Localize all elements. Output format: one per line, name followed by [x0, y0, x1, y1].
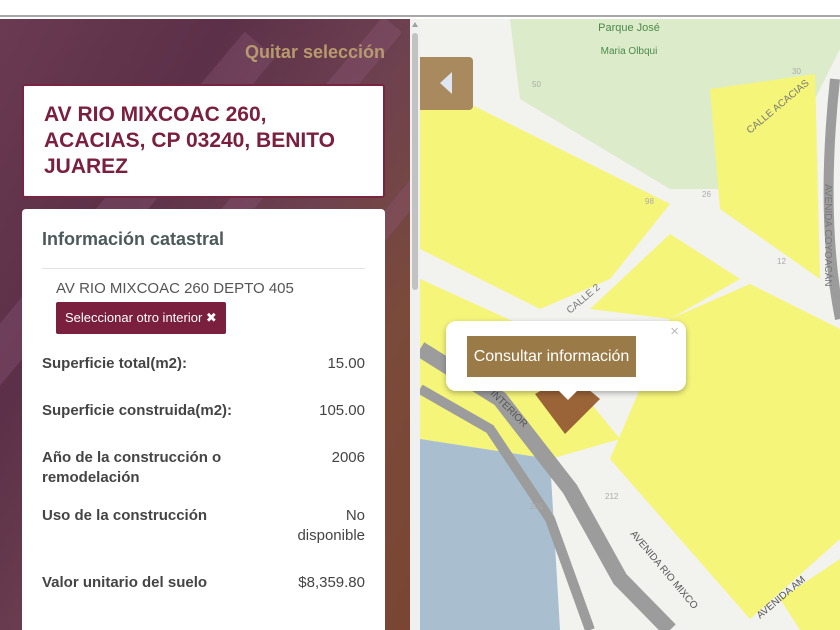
map-label: Maria Olbqui	[601, 46, 658, 57]
row-value: 15.00	[327, 355, 365, 372]
info-row: Superficie total(m2): 15.00	[42, 354, 365, 374]
info-row: Año de la construcción o remodelación 200…	[42, 448, 365, 488]
close-icon: ✖	[205, 310, 217, 325]
map-label: Parque José	[598, 22, 660, 34]
info-row: Valor unitario del suelo $8,359.80	[42, 573, 365, 593]
row-value: 2006	[331, 449, 365, 466]
panel-scrollbar[interactable]	[410, 19, 420, 630]
scrollbar-thumb[interactable]	[412, 33, 418, 290]
map-label: 12	[777, 257, 786, 266]
map-label: 30	[792, 67, 801, 76]
info-row: Uso de la construcción No disponible	[42, 506, 365, 546]
cadastral-info-card: Información catastral AV RIO MIXCOAC 260…	[22, 209, 385, 630]
water-area	[420, 439, 560, 630]
row-value: No disponible	[297, 507, 365, 544]
section-heading: Información catastral	[42, 229, 365, 269]
remove-selection-link[interactable]: Quitar selección	[245, 42, 385, 63]
button-label: Seleccionar otro interior	[65, 310, 203, 325]
address-title: AV RIO MIXCOAC 260, ACACIAS, CP 03240, B…	[44, 103, 335, 178]
map-label: 98	[645, 197, 654, 206]
select-other-interior-button[interactable]: Seleccionar otro interior ✖	[56, 302, 226, 334]
row-label: Uso de la construcción	[42, 507, 208, 524]
address-card: AV RIO MIXCOAC 260, ACACIAS, CP 03240, B…	[22, 84, 385, 198]
map-label: 212	[605, 492, 619, 501]
consult-info-button[interactable]: Consultar información	[467, 336, 636, 377]
row-label: Año de la construcción o remodelación	[42, 449, 222, 486]
chevron-left-icon	[440, 72, 452, 94]
scroll-up-arrow-icon[interactable]	[412, 22, 418, 27]
row-value: 105.00	[319, 402, 365, 419]
parcel-block	[710, 74, 820, 279]
map-label: 201	[530, 502, 544, 511]
map-label: 26	[702, 190, 711, 199]
map-popup: × Consultar información	[446, 321, 686, 400]
interior-address: AV RIO MIXCOAC 260 DEPTO 405	[56, 280, 294, 297]
row-label: Valor unitario del suelo	[42, 574, 208, 591]
row-label: Superficie construida(m2):	[42, 402, 233, 419]
map-label: 50	[532, 80, 541, 89]
info-panel: Quitar selección AV RIO MIXCOAC 260, ACA…	[0, 19, 410, 630]
row-label: Superficie total(m2):	[42, 355, 188, 372]
map-label: AVENIDA COYOACÁN	[822, 184, 835, 287]
row-value: $8,359.80	[298, 574, 365, 591]
info-row: Superficie construida(m2): 105.00	[42, 401, 365, 421]
collapse-panel-button[interactable]	[420, 57, 473, 110]
close-icon[interactable]: ×	[670, 323, 679, 340]
browser-top-bar	[0, 0, 840, 17]
